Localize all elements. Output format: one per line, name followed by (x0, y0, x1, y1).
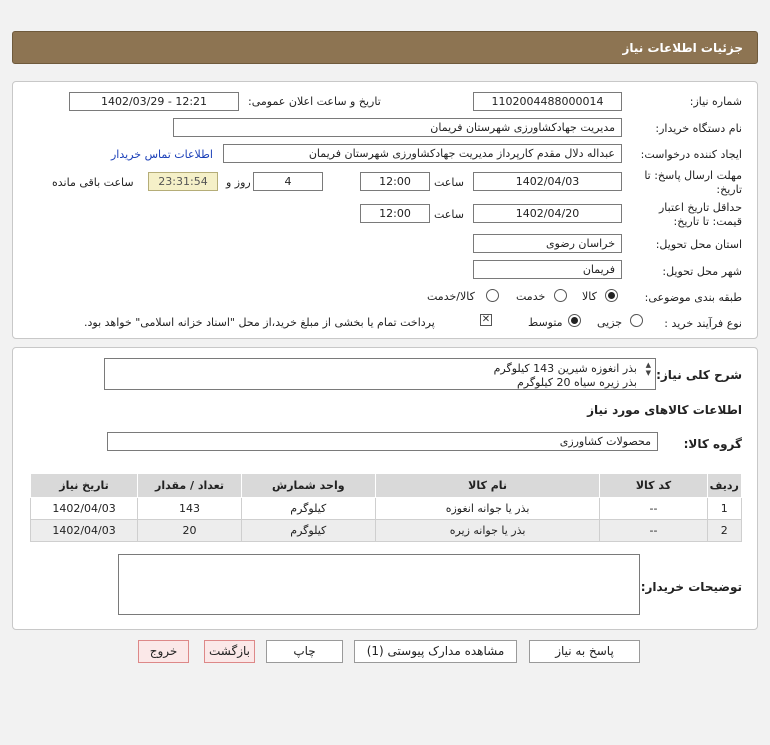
cell-name: بذر یا جوانه زیره (374, 519, 601, 542)
goods-section-title: اطلاعات کالاهای مورد نیاز (587, 403, 742, 417)
buyer-notes-textarea[interactable] (118, 554, 640, 615)
cell-date: 1402/04/03 (29, 519, 139, 542)
cell-code: -- (599, 497, 708, 520)
process-minor-label: جزیی (597, 316, 623, 329)
remaining-time-label: ساعت باقی مانده (52, 176, 134, 189)
remaining-time-field: 23:31:54 (148, 172, 218, 191)
category-label: طبقه بندی موضوعی: (644, 291, 742, 304)
exit-button[interactable]: خروج (138, 640, 189, 663)
category-service-radio[interactable] (554, 289, 567, 302)
category-goods-service-radio[interactable] (486, 289, 499, 302)
category-service-label: خدمت (516, 290, 546, 303)
buyer-notes-label: توضیحات خریدار: (640, 580, 742, 594)
col-header-date: تاریخ نیاز (29, 473, 139, 498)
cell-row-num: 1 (706, 497, 743, 520)
price-validity-label-2: قیمت: تا تاریخ: (673, 215, 742, 228)
reply-days-label: روز و (226, 176, 251, 189)
price-validity-label: حداقل تاریخ اعتبار (658, 201, 742, 214)
table-header-row: ردیف کد کالا نام کالا واحد شمارش تعداد /… (29, 473, 743, 498)
summary-line-2: بذر زیره سیاه 20 کیلوگرم (517, 376, 637, 389)
items-table: ردیف کد کالا نام کالا واحد شمارش تعداد /… (29, 473, 743, 542)
col-header-row-num: ردیف (706, 473, 743, 498)
price-validity-time-label: ساعت (434, 208, 464, 221)
process-label: نوع فرآیند خرید : (664, 317, 742, 330)
reply-deadline-label: مهلت ارسال پاسخ: تا (644, 169, 742, 182)
category-goods-service-label: کالا/خدمت (427, 290, 475, 303)
print-button[interactable]: چاپ (266, 640, 343, 663)
cell-unit: کیلوگرم (240, 497, 376, 520)
category-goods-radio[interactable] (605, 289, 618, 302)
category-goods-label: کالا (582, 290, 597, 303)
summary-textarea[interactable]: ▲ ▼ بذر انغوزه شیرین 143 کیلوگرم بذر زیره… (104, 358, 656, 390)
cell-row-num: 2 (706, 519, 743, 542)
treasury-checkbox[interactable]: ✕ (480, 314, 492, 326)
need-number-label: شماره نیاز: (689, 95, 742, 108)
summary-label: شرح کلی نیاز: (656, 368, 742, 382)
page-title: جزئیات اطلاعات نیاز (622, 41, 743, 55)
page-header: جزئیات اطلاعات نیاز (12, 31, 758, 64)
cell-name: بذر یا جوانه انغوزه (374, 497, 601, 520)
items-table-wrap: ردیف کد کالا نام کالا واحد شمارش تعداد /… (29, 473, 743, 542)
process-minor-radio[interactable] (630, 314, 643, 327)
goods-group-field[interactable]: محصولات کشاورزی (107, 432, 658, 451)
cell-unit: کیلوگرم (240, 519, 376, 542)
buyer-org-field[interactable]: مدیریت جهادکشاورزی شهرستان فریمان (173, 118, 622, 137)
reply-deadline-label-2: تاریخ: (716, 183, 742, 196)
process-medium-label: متوسط (528, 316, 563, 329)
announce-field[interactable]: 1402/03/29 - 12:21 (69, 92, 239, 111)
province-label: استان محل تحویل: (655, 238, 742, 251)
need-number-field[interactable]: 1102004488000014 (473, 92, 622, 111)
reply-time-field[interactable]: 12:00 (360, 172, 430, 191)
province-field[interactable]: خراسان رضوی (473, 234, 622, 253)
reply-date-field[interactable]: 1402/04/03 (473, 172, 622, 191)
table-row[interactable]: 2 -- بذر یا جوانه زیره کیلوگرم 20 1402/0… (29, 519, 743, 542)
reply-time-label: ساعت (434, 176, 464, 189)
treasury-note: پرداخت تمام یا بخشی از مبلغ خرید،از محل … (84, 316, 435, 329)
reply-button[interactable]: پاسخ به نیاز (529, 640, 640, 663)
price-validity-date-field[interactable]: 1402/04/20 (473, 204, 622, 223)
city-label: شهر محل تحویل: (662, 265, 742, 278)
scroll-arrows-icon[interactable]: ▲ ▼ (646, 361, 651, 377)
creator-field[interactable]: عبداله دلال مقدم کارپرداز مدیریت جهادکشا… (223, 144, 622, 163)
summary-line-1: بذر انغوزه شیرین 143 کیلوگرم (493, 362, 637, 375)
creator-label: ایجاد کننده درخواست: (640, 148, 742, 161)
cell-date: 1402/04/03 (29, 497, 139, 520)
back-button[interactable]: بازگشت (204, 640, 255, 663)
cell-qty: 20 (137, 519, 242, 542)
col-header-code: کد کالا (599, 473, 708, 498)
table-row[interactable]: 1 -- بذر یا جوانه انغوزه کیلوگرم 143 140… (29, 497, 743, 520)
price-validity-time-field[interactable]: 12:00 (360, 204, 430, 223)
col-header-name: نام کالا (374, 473, 601, 498)
process-medium-radio[interactable] (568, 314, 581, 327)
cell-qty: 143 (137, 497, 242, 520)
cell-code: -- (599, 519, 708, 542)
reply-days-field[interactable]: 4 (253, 172, 323, 191)
buyer-org-label: نام دستگاه خریدار: (655, 122, 742, 135)
col-header-unit: واحد شمارش (240, 473, 376, 498)
buyer-contact-link[interactable]: اطلاعات تماس خریدار (111, 148, 213, 161)
col-header-qty: تعداد / مقدار (137, 473, 242, 498)
goods-group-label: گروه کالا: (683, 437, 742, 451)
attachments-button[interactable]: مشاهده مدارک پیوستی (1) (354, 640, 517, 663)
announce-label: تاریخ و ساعت اعلان عمومی: (248, 95, 381, 108)
city-field[interactable]: فریمان (473, 260, 622, 279)
